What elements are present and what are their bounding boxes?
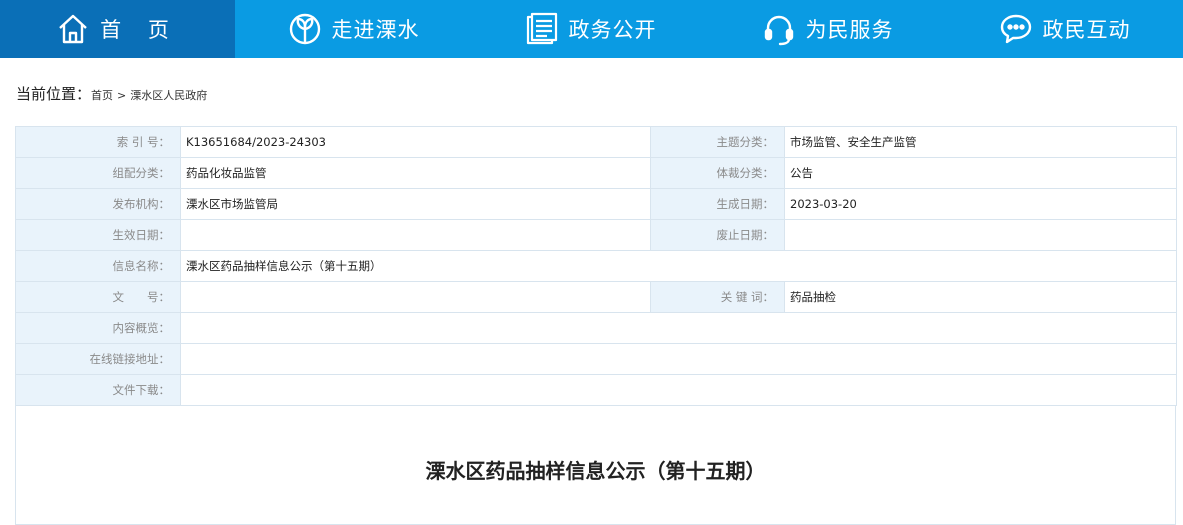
doc-number-label: 文 号： [15,281,181,313]
online-link-value [180,343,1177,375]
summary-value [180,312,1177,344]
table-row: 文 号： 关 键 词： 药品抽检 [15,281,1177,313]
info-name-label: 信息名称： [15,250,181,282]
file-download-label: 文件下载： [15,374,181,406]
nav-item-home[interactable]: 首 页 [0,0,235,58]
index-label: 索 引 号： [15,126,181,158]
org-category-value: 药品化妆品监管 [180,157,651,189]
headset-icon [762,12,796,46]
breadcrumb-gov-link[interactable]: 溧水区人民政府 [130,87,207,103]
effective-date-label: 生效日期： [15,219,181,251]
genre-label: 体裁分类： [650,157,785,189]
nav-label: 走进溧水 [331,18,420,42]
keywords-value: 药品抽检 [784,281,1177,313]
nav-label: 政务公开 [568,18,657,42]
breadcrumb-home-link[interactable]: 首页 [91,87,113,103]
summary-label: 内容概览： [15,312,181,344]
doc-number-value [180,281,651,313]
created-date-value: 2023-03-20 [784,188,1177,220]
file-download-value [180,374,1177,406]
breadcrumb-separator: > [117,89,127,102]
expire-date-value [784,219,1177,251]
nav-item-services[interactable]: 为民服务 [709,0,946,58]
article-body: 溧水区药品抽样信息公示（第十五期） [15,405,1176,525]
nav-item-about[interactable]: 走进溧水 [235,0,472,58]
org-category-label: 组配分类： [15,157,181,189]
table-row: 内容概览： [15,312,1177,344]
table-row: 信息名称： 溧水区药品抽样信息公示（第十五期） [15,250,1177,282]
nav-item-gov-affairs[interactable]: 政务公开 [472,0,709,58]
created-date-label: 生成日期： [650,188,785,220]
info-table: 索 引 号： K13651684/2023-24303 主题分类： 市场监管、安… [15,126,1177,406]
keywords-label: 关 键 词： [650,281,785,313]
article-title: 溧水区药品抽样信息公示（第十五期） [425,459,766,483]
publisher-label: 发布机构： [15,188,181,220]
nav-label: 政民互动 [1042,18,1131,42]
table-row: 在线链接地址： [15,343,1177,375]
table-row: 发布机构： 溧水区市场监管局 生成日期： 2023-03-20 [15,188,1177,220]
table-row: 文件下载： [15,374,1177,406]
breadcrumb-current-label: 当前位置： [16,85,92,103]
table-row: 生效日期： 废止日期： [15,219,1177,251]
table-row: 索 引 号： K13651684/2023-24303 主题分类： 市场监管、安… [15,126,1177,158]
breadcrumb: 当前位置： 首页 > 溧水区人民政府 [16,83,207,104]
table-row: 组配分类： 药品化妆品监管 体裁分类： 公告 [15,157,1177,189]
topic-label: 主题分类： [650,126,785,158]
home-icon [56,12,90,46]
publisher-value: 溧水区市场监管局 [180,188,651,220]
nav-label: 为民服务 [805,18,894,42]
nav-item-interaction[interactable]: 政民互动 [946,0,1183,58]
info-name-value: 溧水区药品抽样信息公示（第十五期） [180,250,1177,282]
sprout-icon [288,12,322,46]
index-value: K13651684/2023-24303 [180,126,651,158]
chat-icon [999,12,1033,46]
effective-date-value [180,219,651,251]
topic-value: 市场监管、安全生产监管 [784,126,1177,158]
online-link-label: 在线链接地址： [15,343,181,375]
document-icon [525,12,559,46]
expire-date-label: 废止日期： [650,219,785,251]
genre-value: 公告 [784,157,1177,189]
nav-label: 首 页 [100,18,179,42]
main-nav: 首 页 走进溧水 政务公开 为民服务 政民互动 [0,0,1183,58]
